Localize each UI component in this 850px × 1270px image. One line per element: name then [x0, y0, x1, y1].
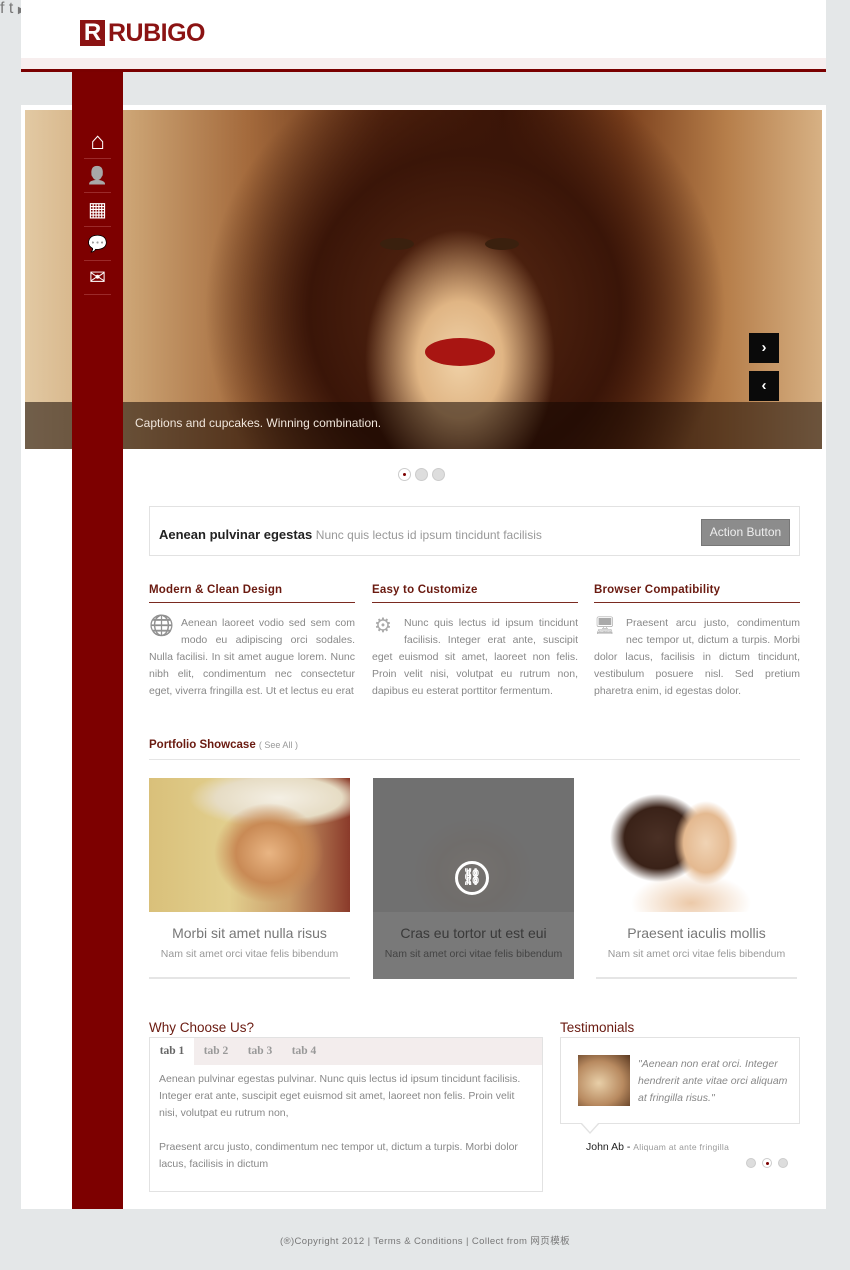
feature-modern-design: Modern & Clean Design 🌐 Aenean laoreet vo… [149, 584, 355, 700]
tab-1[interactable]: tab 1 [150, 1038, 194, 1065]
link-icon[interactable]: ⛓ [455, 861, 489, 895]
testimonial-dot[interactable] [762, 1158, 772, 1168]
monitor-icon: 🖥 [594, 616, 616, 635]
cta-heading: Aenean pulvinar egestas [159, 527, 313, 542]
sidebar-nav: ⌂ 👤 ▦ 💬 ✉ [72, 72, 123, 1209]
slider-prev-button[interactable]: ‹ [749, 371, 779, 401]
sidebar-item-profile[interactable]: 👤 [84, 159, 111, 193]
header-divider [21, 69, 826, 72]
divider [149, 759, 800, 760]
portfolio-image[interactable] [149, 778, 350, 912]
copyright: (®)Copyright 2012 [280, 1236, 365, 1247]
tab-2[interactable]: tab 2 [196, 1038, 236, 1065]
portfolio-subtitle-overlay: Nam sit amet orci vitae felis bibendum [384, 948, 563, 960]
slide-image-detail [425, 338, 495, 366]
tab-bar: tab 1 tab 2 tab 3 tab 4 [150, 1038, 542, 1065]
home-icon: ⌂ [90, 127, 105, 155]
call-to-action: Aenean pulvinar egestas Nunc quis lectus… [149, 506, 800, 556]
logo[interactable]: R RUBIGO [80, 19, 206, 47]
sidebar-item-comments[interactable]: 💬 [84, 227, 111, 261]
user-icon: 👤 [86, 165, 109, 185]
slider-dot[interactable] [415, 468, 428, 481]
caption-bar: Captions and cupcakes. Winning combinati… [25, 402, 822, 449]
cta-subtitle: Nunc quis lectus id ipsum tincidunt faci… [315, 528, 542, 542]
author-separator: - [623, 1141, 634, 1153]
testimonials-heading: Testimonials [560, 1020, 635, 1035]
feature-text: Praesent arcu justo, condimentum nec tem… [594, 617, 800, 697]
logo-mark: R [80, 20, 105, 46]
twitter-icon[interactable]: t [9, 0, 13, 17]
portfolio-image[interactable] [596, 778, 797, 912]
avatar [578, 1055, 630, 1106]
tabs-panel: tab 1 tab 2 tab 3 tab 4 Aenean pulvinar … [149, 1037, 543, 1192]
portfolio-title-overlay: Cras eu tortor ut est eui [400, 925, 547, 941]
speech-pointer [580, 1122, 600, 1134]
logo-text: RUBIGO [108, 19, 206, 47]
divider [596, 977, 797, 979]
collect-link[interactable]: Collect from 网页模板 [472, 1236, 570, 1247]
author-name: John Ab [586, 1141, 624, 1153]
testimonial-card: "Aenean non erat orci. Integer hendrerit… [560, 1037, 800, 1124]
sidebar-item-portfolio[interactable]: ▦ [84, 193, 111, 227]
cta-title: Aenean pulvinar egestas Nunc quis lectus… [159, 527, 542, 542]
portfolio-title: Portfolio Showcase [149, 739, 256, 751]
slider-pagination [398, 468, 445, 481]
feature-title: Browser Compatibility [594, 584, 800, 603]
divider [149, 977, 350, 979]
footer-separator: | [462, 1236, 472, 1247]
footer: (®)Copyright 2012 | Terms & Conditions |… [0, 1233, 850, 1247]
tab-3[interactable]: tab 3 [240, 1038, 280, 1065]
chat-icon: 💬 [87, 235, 108, 253]
why-choose-us-heading: Why Choose Us? [149, 1020, 255, 1035]
portfolio-item[interactable]: Praesent iaculis mollis Nam sit amet orc… [596, 778, 797, 979]
portfolio-item[interactable]: Cras eu tortor ut est eui Nam sit amet o… [373, 778, 574, 979]
tab-content: Aenean pulvinar egestas pulvinar. Nunc q… [159, 1071, 533, 1173]
portfolio-subtitle: Nam sit amet orci vitae felis bibendum [160, 948, 339, 960]
feature-browser-compat: Browser Compatibility 🖥 Praesent arcu jus… [594, 584, 800, 700]
slider-dot[interactable] [432, 468, 445, 481]
sidebar-item-home[interactable]: ⌂ [84, 125, 111, 159]
feature-title: Easy to Customize [372, 584, 578, 603]
testimonial-pagination [746, 1158, 788, 1168]
testimonial-author: John Ab - Aliquam at ante fringilla [586, 1141, 729, 1153]
feature-title: Modern & Clean Design [149, 584, 355, 603]
mail-icon: ✉ [89, 267, 106, 289]
portfolio-item[interactable]: Morbi sit amet nulla risus Nam sit amet … [149, 778, 350, 979]
slide-image-detail [485, 238, 519, 250]
slider-dot[interactable] [398, 468, 411, 481]
gear-icon: ⚙ [374, 615, 392, 637]
see-all-link[interactable]: ( See All ) [259, 740, 298, 750]
testimonial-quote: "Aenean non erat orci. Integer hendrerit… [638, 1058, 788, 1104]
portfolio-title: Praesent iaculis mollis [627, 925, 766, 941]
author-role: Aliquam at ante fringilla [633, 1142, 730, 1152]
portfolio-subtitle: Nam sit amet orci vitae felis bibendum [607, 948, 786, 960]
grid-icon: ▦ [88, 199, 107, 221]
slider-next-button[interactable]: › [749, 333, 779, 363]
feature-text: Aenean laoreet vodio sed sem com modo eu… [149, 617, 355, 697]
action-button[interactable]: Action Button [701, 519, 790, 546]
slide-caption: Captions and cupcakes. Winning combinati… [135, 416, 382, 430]
testimonial-dot[interactable] [746, 1158, 756, 1168]
terms-link[interactable]: Terms & Conditions [373, 1236, 463, 1247]
sidebar-item-contact[interactable]: ✉ [84, 261, 111, 295]
tab-4[interactable]: tab 4 [284, 1038, 324, 1065]
portfolio-heading: Portfolio Showcase ( See All ) [149, 739, 298, 751]
tab-paragraph: Aenean pulvinar egestas pulvinar. Nunc q… [159, 1073, 521, 1119]
facebook-icon[interactable]: f [0, 0, 4, 17]
slide-image-detail [380, 238, 414, 250]
hero-slider: › ‹ Captions and cupcakes. Winning combi… [25, 110, 822, 449]
tab-paragraph: Praesent arcu justo, condimentum nec tem… [159, 1141, 518, 1170]
feature-text: Nunc quis lectus id ipsum tincidunt faci… [372, 617, 578, 697]
testimonial-dot[interactable] [778, 1158, 788, 1168]
globe-icon: 🌐 [149, 615, 174, 637]
feature-customize: Easy to Customize ⚙ Nunc quis lectus id i… [372, 584, 578, 700]
portfolio-title: Morbi sit amet nulla risus [172, 925, 327, 941]
